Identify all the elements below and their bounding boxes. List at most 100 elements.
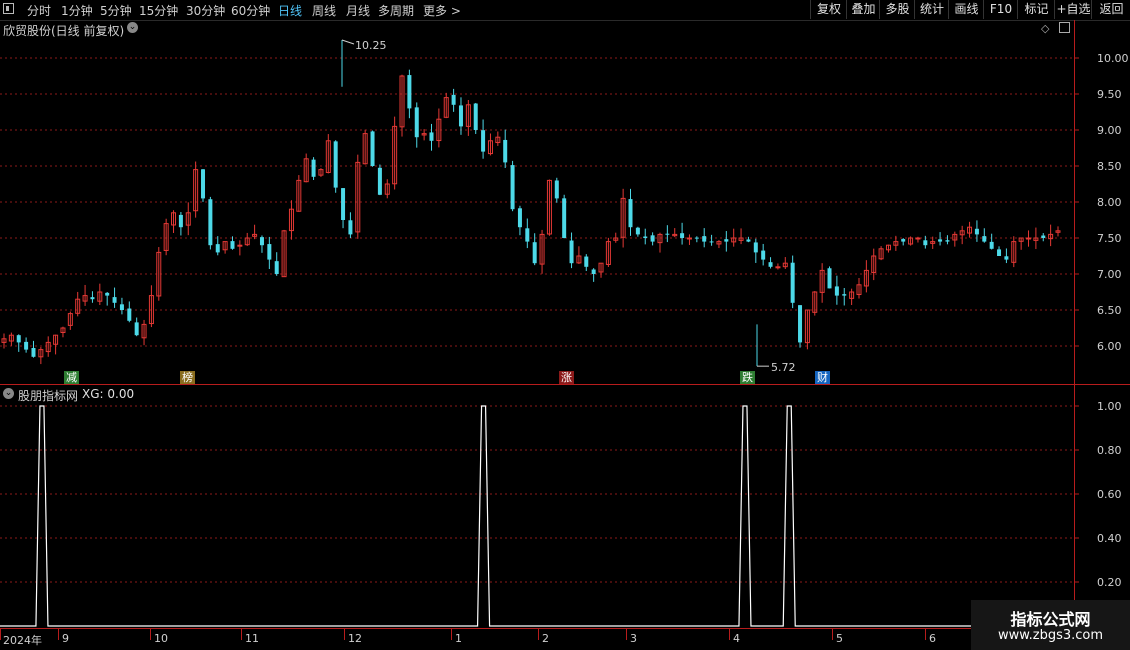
y-tick: 6.50 [1097, 304, 1122, 317]
candle-body [901, 239, 906, 242]
y-tick: 8.00 [1097, 196, 1122, 209]
event-badge-limit-down[interactable]: 跌 [740, 371, 755, 384]
candle-body [1004, 256, 1009, 260]
y-tick: 9.50 [1097, 88, 1122, 101]
candle-body [775, 266, 781, 269]
candle-body [694, 237, 699, 239]
candle-body [997, 249, 1002, 256]
candle-body [267, 244, 272, 260]
candle-body [790, 262, 795, 303]
candle-body [702, 236, 707, 242]
candle-body [377, 167, 382, 195]
x-axis-label: 5 [836, 632, 843, 645]
candle-body [761, 250, 766, 260]
candle-body [215, 244, 220, 253]
candle-body [842, 294, 847, 296]
candle-body [1041, 235, 1046, 238]
y-tick: 10.00 [1097, 52, 1129, 65]
y-tick: 8.50 [1097, 160, 1122, 173]
candle-body [178, 214, 183, 228]
candle-body [635, 227, 640, 235]
x-axis-label: 9 [62, 632, 69, 645]
candle-body [127, 308, 132, 321]
candle-body [311, 159, 316, 177]
candle-body [554, 180, 559, 199]
candle-body [532, 242, 537, 264]
candle-body [591, 269, 596, 274]
candle-body [709, 241, 714, 243]
candle-body [584, 256, 589, 267]
candle-body [680, 233, 685, 238]
candle-body [201, 169, 206, 199]
candle-body [938, 239, 943, 242]
candle-body [517, 208, 522, 228]
x-axis-label: 4 [733, 632, 740, 645]
candle-body [274, 261, 279, 274]
watermark-url: www.zbgs3.com [997, 628, 1104, 643]
x-axis-label: 2 [542, 632, 549, 645]
x-axis-label: 10 [154, 632, 168, 645]
candle-body [768, 262, 773, 267]
x-axis-label: 11 [245, 632, 259, 645]
candle-body [798, 305, 803, 343]
candle-body [753, 242, 758, 253]
candle-body [458, 105, 463, 127]
x-axis-label: 3 [630, 632, 637, 645]
candle-body [112, 297, 117, 303]
event-badge-reduce[interactable]: 减 [64, 371, 79, 384]
candle-body [562, 198, 567, 238]
event-badge-limit-up[interactable]: 涨 [559, 371, 574, 384]
indicator-y-tick: 0.60 [1097, 488, 1122, 501]
y-tick: 6.00 [1097, 340, 1122, 353]
candle-body [259, 237, 264, 246]
candle-body [230, 241, 235, 249]
x-axis-label: 6 [929, 632, 936, 645]
kline-chart[interactable] [0, 0, 1130, 650]
candle-body [665, 233, 670, 235]
candle-body [923, 240, 928, 246]
y-tick: 9.00 [1097, 124, 1122, 137]
candle-body [105, 292, 110, 296]
candle-body [473, 103, 478, 130]
indicator-y-tick: 0.80 [1097, 444, 1122, 457]
candle-body [982, 236, 987, 242]
candle-body [333, 141, 338, 188]
candle-body [24, 341, 29, 350]
candle-body [650, 235, 655, 242]
candle-body [237, 244, 243, 247]
indicator-title[interactable]: 股朋指标网 [18, 387, 78, 404]
event-badge-finance[interactable]: 财 [815, 371, 830, 384]
candle-body [208, 199, 213, 246]
candle-body [827, 268, 832, 289]
candle-body [724, 239, 729, 242]
xg-line [0, 405, 1074, 627]
candle-body [341, 188, 346, 220]
title-dropdown-icon[interactable]: ⌄ [127, 22, 138, 33]
candle-body [429, 132, 434, 141]
indicator-y-tick: 0.20 [1097, 576, 1122, 589]
indicator-y-tick: 1.00 [1097, 400, 1122, 413]
x-axis-label: 12 [348, 632, 362, 645]
candle-body [510, 165, 515, 210]
high-price-label: 10.25 [355, 39, 387, 52]
diamond-icon[interactable]: ◇ [1041, 22, 1049, 35]
candle-body [746, 239, 751, 242]
event-badge-list[interactable]: 榜 [180, 371, 195, 384]
candle-body [643, 236, 648, 238]
indicator-value: XG: 0.00 [82, 387, 135, 401]
indicator-dropdown-icon[interactable]: ⌄ [3, 388, 14, 399]
candle-body [1026, 237, 1032, 240]
watermark-title: 指标公式网 [1010, 610, 1091, 629]
x-axis-label: 2024年 [3, 634, 42, 647]
panel-layout-icon[interactable] [1059, 22, 1070, 33]
candle-body [31, 347, 36, 357]
candle-body [525, 228, 530, 242]
stock-title: 欣贸股份(日线 前复权) [3, 24, 125, 38]
candle-body [414, 107, 419, 138]
candle-body [834, 286, 839, 296]
candle-body [569, 240, 574, 264]
x-axis-label: 1 [455, 632, 462, 645]
candle-body [686, 237, 692, 240]
candle-body [134, 322, 139, 336]
candle-body [16, 335, 21, 343]
